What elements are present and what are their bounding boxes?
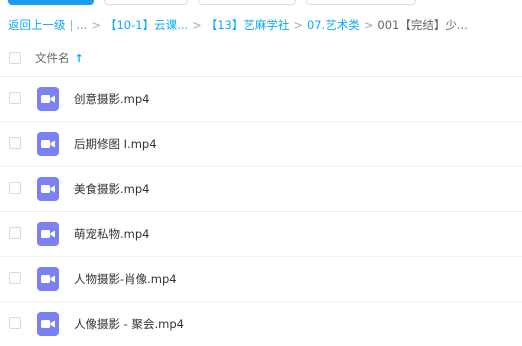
row-checkbox[interactable] bbox=[9, 137, 21, 149]
back-link[interactable]: 返回上一级 bbox=[8, 17, 66, 33]
row-checkbox[interactable] bbox=[9, 227, 21, 239]
video-file-icon bbox=[37, 87, 59, 111]
breadcrumb-divider: | bbox=[69, 18, 74, 32]
breadcrumb-item[interactable]: 【13】艺麻学社 bbox=[206, 17, 290, 33]
row-checkbox[interactable] bbox=[9, 272, 21, 284]
row-checkbox[interactable] bbox=[9, 182, 21, 194]
breadcrumb-current: 001【完结】少... bbox=[377, 18, 468, 32]
video-file-icon bbox=[37, 132, 59, 156]
breadcrumb-separator: > bbox=[363, 18, 374, 32]
file-name[interactable]: 人像摄影 - 聚会.mp4 bbox=[74, 316, 184, 332]
breadcrumb-separator: > bbox=[91, 18, 101, 32]
list-item[interactable]: 美食摄影.mp4 bbox=[0, 166, 522, 211]
file-name[interactable]: 萌宠私物.mp4 bbox=[74, 226, 149, 242]
list-item[interactable]: 人像摄影 - 聚会.mp4 bbox=[0, 301, 522, 346]
offline-download-button[interactable] bbox=[198, 0, 296, 5]
list-item[interactable]: 创意摄影.mp4 bbox=[0, 76, 522, 121]
file-name[interactable]: 美食摄影.mp4 bbox=[74, 181, 149, 197]
breadcrumb-item[interactable]: 07.艺术类 bbox=[307, 17, 360, 33]
file-name[interactable]: 创意摄影.mp4 bbox=[74, 91, 149, 107]
file-name[interactable]: 人物摄影-肖像.mp4 bbox=[74, 271, 177, 287]
breadcrumb-item[interactable]: 【10-1】云课... bbox=[105, 17, 188, 33]
list-item[interactable]: 萌宠私物.mp4 bbox=[0, 211, 522, 256]
row-checkbox[interactable] bbox=[9, 317, 21, 329]
video-file-icon bbox=[37, 267, 59, 291]
video-file-icon bbox=[37, 312, 59, 336]
file-list-header: 文件名 ↑ bbox=[0, 44, 522, 72]
upload-button[interactable] bbox=[8, 0, 94, 5]
new-folder-button[interactable] bbox=[104, 0, 188, 5]
video-file-icon bbox=[37, 177, 59, 201]
row-checkbox[interactable] bbox=[9, 92, 21, 104]
my-devices-button[interactable] bbox=[306, 0, 416, 5]
list-item[interactable]: 人物摄影-肖像.mp4 bbox=[0, 256, 522, 301]
file-name[interactable]: 后期修图 I.mp4 bbox=[74, 136, 157, 152]
file-list: 创意摄影.mp4 后期修图 I.mp4 美食摄影.mp4 萌宠私物.mp4 人物… bbox=[0, 76, 522, 346]
breadcrumb-separator: > bbox=[293, 18, 303, 32]
arrow-up-icon[interactable]: ↑ bbox=[75, 52, 84, 65]
column-filename[interactable]: 文件名 ↑ bbox=[35, 50, 84, 66]
video-file-icon bbox=[37, 222, 59, 246]
list-item[interactable]: 后期修图 I.mp4 bbox=[0, 121, 522, 166]
toolbar bbox=[0, 0, 522, 8]
column-filename-label: 文件名 bbox=[35, 51, 70, 65]
breadcrumb: 返回上一级 | ... > 【10-1】云课... > 【13】艺麻学社 > 0… bbox=[8, 17, 468, 33]
breadcrumb-ellipsis[interactable]: ... bbox=[76, 17, 87, 33]
select-all-checkbox[interactable] bbox=[9, 52, 21, 64]
breadcrumb-separator: > bbox=[192, 18, 202, 32]
